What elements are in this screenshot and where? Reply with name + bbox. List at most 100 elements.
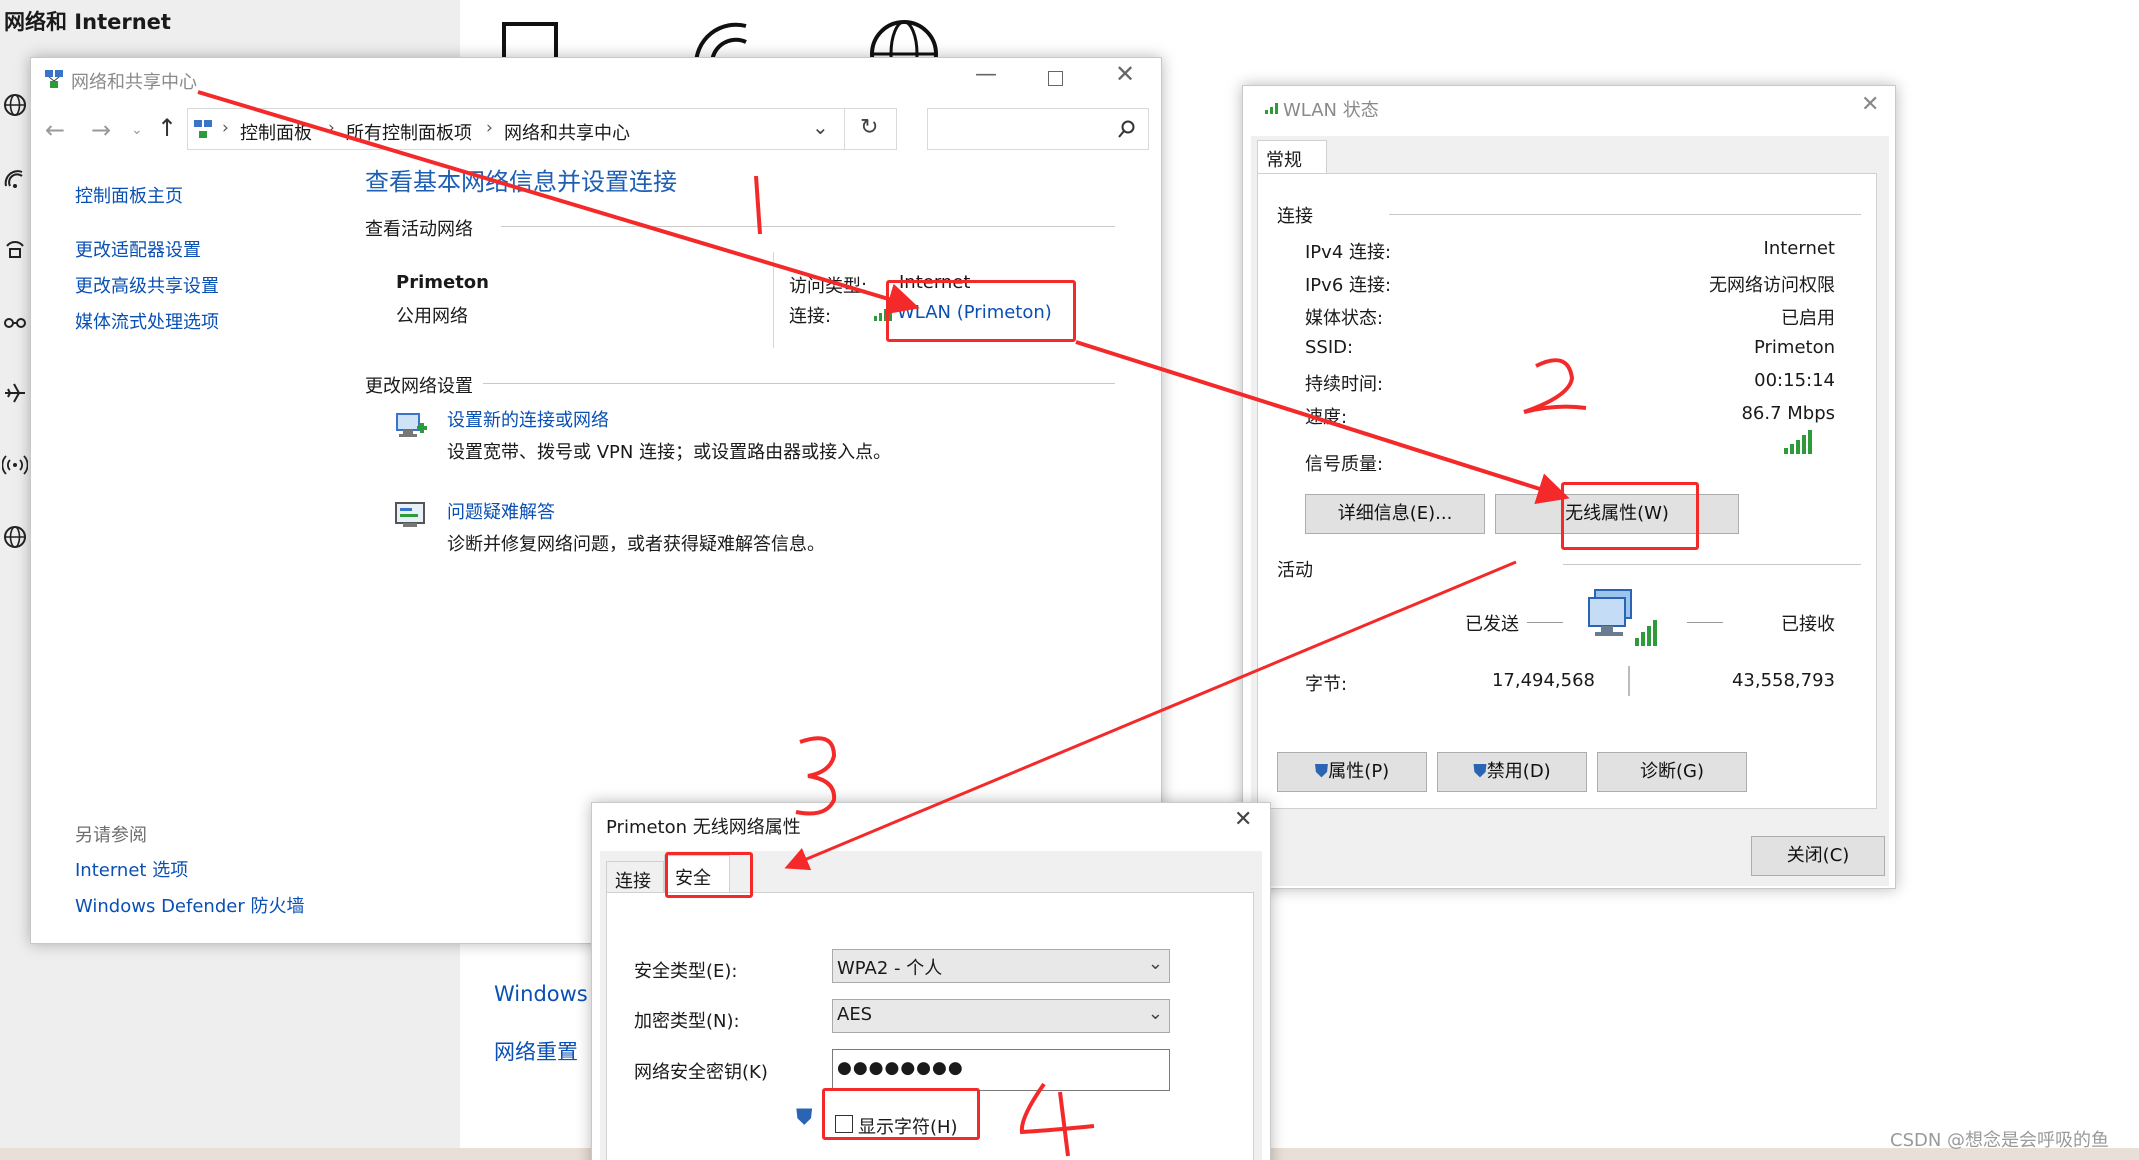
encryption-type-value: AES: [837, 1004, 873, 1025]
up-arrow-icon[interactable]: ↑: [157, 114, 177, 142]
received-label: 已接收: [1781, 614, 1835, 635]
chevron-down-icon: ⌄: [1147, 1003, 1163, 1024]
security-type-select[interactable]: WPA2 - 个人 ⌄: [832, 949, 1170, 983]
forward-arrow-icon[interactable]: →: [91, 116, 111, 144]
troubleshoot-icon: [395, 502, 425, 527]
network-key-label: 网络安全密钥(K): [634, 1062, 768, 1083]
chevron-down-icon: ⌄: [1147, 953, 1163, 974]
ipv4-label: IPv4 连接:: [1305, 242, 1392, 263]
wifi-icon[interactable]: [2, 166, 28, 192]
section-divider: [1389, 214, 1861, 215]
close-icon[interactable]: ✕: [1861, 92, 1879, 117]
network-key-input[interactable]: ●●●●●●●●: [832, 1049, 1170, 1091]
ethernet-icon[interactable]: [2, 236, 28, 262]
refresh-icon[interactable]: ↻: [860, 115, 878, 140]
security-type-label: 安全类型(E):: [634, 961, 738, 982]
ssid-label: SSID:: [1305, 337, 1354, 358]
proxy-globe-icon[interactable]: [2, 524, 28, 550]
uac-shield-icon: ⛊: [1314, 761, 1329, 782]
troubleshoot-link[interactable]: 问题疑难解答: [447, 498, 555, 524]
search-input[interactable]: [927, 108, 1149, 150]
internet-options-link[interactable]: Internet 选项: [75, 856, 188, 882]
connection-label: 连接:: [789, 306, 832, 327]
encryption-type-select[interactable]: AES ⌄: [832, 999, 1170, 1033]
hotspot-icon[interactable]: [2, 452, 28, 478]
network-type-link[interactable]: 公用网络: [396, 302, 468, 328]
network-activity-computer-icon: [1588, 589, 1657, 646]
new-connection-icon: [396, 413, 427, 437]
window-title: 网络和共享中心: [71, 72, 197, 93]
details-button[interactable]: 详细信息(E)...: [1305, 494, 1485, 534]
disable-button-label: 禁用(D): [1486, 761, 1551, 782]
section-divider: [483, 383, 1115, 384]
vpn-icon[interactable]: [2, 310, 28, 336]
network-info-divider: [773, 252, 774, 348]
bytes-sent-value: 17,494,568: [1491, 670, 1595, 691]
back-arrow-icon[interactable]: ←: [45, 116, 65, 144]
received-line: [1687, 622, 1723, 623]
bytes-label: 字节:: [1305, 674, 1348, 695]
media-streaming-options-link[interactable]: 媒体流式处理选项: [75, 308, 219, 334]
windows-defender-link[interactable]: Windows 防: [494, 978, 594, 1008]
search-icon: [1118, 120, 1135, 138]
minimize-button[interactable]: —: [975, 62, 997, 87]
ipv6-label: IPv6 连接:: [1305, 275, 1392, 296]
setup-new-connection-link[interactable]: 设置新的连接或网络: [447, 406, 609, 432]
annotation-box-security-tab: [665, 852, 753, 898]
control-panel-icon: [194, 120, 212, 138]
annotation-box-wlan-link: [886, 280, 1076, 342]
control-panel-home-link[interactable]: 控制面板主页: [75, 182, 183, 208]
close-icon[interactable]: ✕: [1234, 807, 1252, 832]
security-type-value: WPA2 - 个人: [837, 958, 943, 979]
speed-value: 86.7 Mbps: [1741, 403, 1835, 424]
wlan-signal-icon: [1265, 103, 1278, 114]
tab-connection-label: 连接: [615, 871, 651, 892]
connection-section-title: 连接: [1277, 206, 1313, 227]
encryption-type-label: 加密类型(N):: [634, 1011, 740, 1032]
wireless-properties-title: Primeton 无线网络属性: [606, 817, 801, 838]
speed-label: 速度:: [1305, 407, 1348, 428]
windows-defender-firewall-link[interactable]: Windows Defender 防火墙: [75, 892, 304, 918]
tab-general-label: 常规: [1266, 150, 1302, 171]
airplane-mode-icon[interactable]: [2, 380, 28, 406]
network-reset-link[interactable]: 网络重置: [494, 1036, 578, 1066]
network-key-value: ●●●●●●●●: [837, 1058, 964, 1078]
maximize-button[interactable]: [1048, 71, 1063, 86]
activity-section-title: 活动: [1277, 560, 1313, 581]
bytes-received-value: 43,558,793: [1731, 670, 1835, 691]
breadcrumb-item[interactable]: 所有控制面板项: [346, 119, 472, 145]
breadcrumb-chevron-icon: ›: [222, 118, 229, 138]
globe-icon[interactable]: [2, 92, 28, 118]
breadcrumb-item[interactable]: 网络和共享中心: [504, 119, 630, 145]
annotation-box-wireless-props: [1561, 482, 1699, 550]
csdn-watermark: CSDN @想念是会呼吸的鱼: [1890, 1130, 2110, 1151]
breadcrumb-chevron-icon: ›: [486, 118, 493, 138]
page-heading: 查看基本网络信息并设置连接: [365, 168, 677, 196]
tab-general[interactable]: 常规: [1257, 140, 1327, 174]
disable-button[interactable]: ⛊禁用(D): [1437, 752, 1587, 792]
address-dropdown-icon[interactable]: ⌄: [812, 115, 829, 139]
duration-value: 00:15:14: [1754, 370, 1835, 391]
close-button[interactable]: 关闭(C): [1751, 836, 1885, 876]
diagnose-button[interactable]: 诊断(G): [1597, 752, 1747, 792]
annotation-box-show-chars: [822, 1088, 980, 1140]
troubleshoot-desc: 诊断并修复网络问题，或者获得疑难解答信息。: [447, 534, 825, 555]
media-state-label: 媒体状态:: [1305, 308, 1384, 329]
recent-dropdown-icon[interactable]: ⌄: [131, 122, 143, 138]
network-center-icon: [45, 70, 63, 88]
change-advanced-sharing-link[interactable]: 更改高级共享设置: [75, 272, 219, 298]
wlan-status-title: WLAN 状态: [1283, 100, 1379, 121]
breadcrumb-item[interactable]: 控制面板: [240, 119, 312, 145]
properties-button[interactable]: ⛊属性(P): [1277, 752, 1427, 792]
address-bar[interactable]: › 控制面板 › 所有控制面板项 › 网络和共享中心 ⌄ ↻: [187, 108, 897, 150]
change-adapter-settings-link[interactable]: 更改适配器设置: [75, 236, 201, 262]
signal-quality-bars-icon: [1784, 430, 1812, 454]
close-icon[interactable]: ✕: [1115, 60, 1135, 88]
breadcrumb-chevron-icon: ›: [328, 118, 335, 138]
section-divider: [501, 226, 1115, 227]
uac-shield-icon: ⛊: [796, 1105, 813, 1130]
tab-connection[interactable]: 连接: [606, 861, 664, 893]
sent-label: 已发送: [1465, 614, 1519, 635]
sent-line: [1527, 622, 1563, 623]
ipv4-value: Internet: [1763, 238, 1835, 259]
